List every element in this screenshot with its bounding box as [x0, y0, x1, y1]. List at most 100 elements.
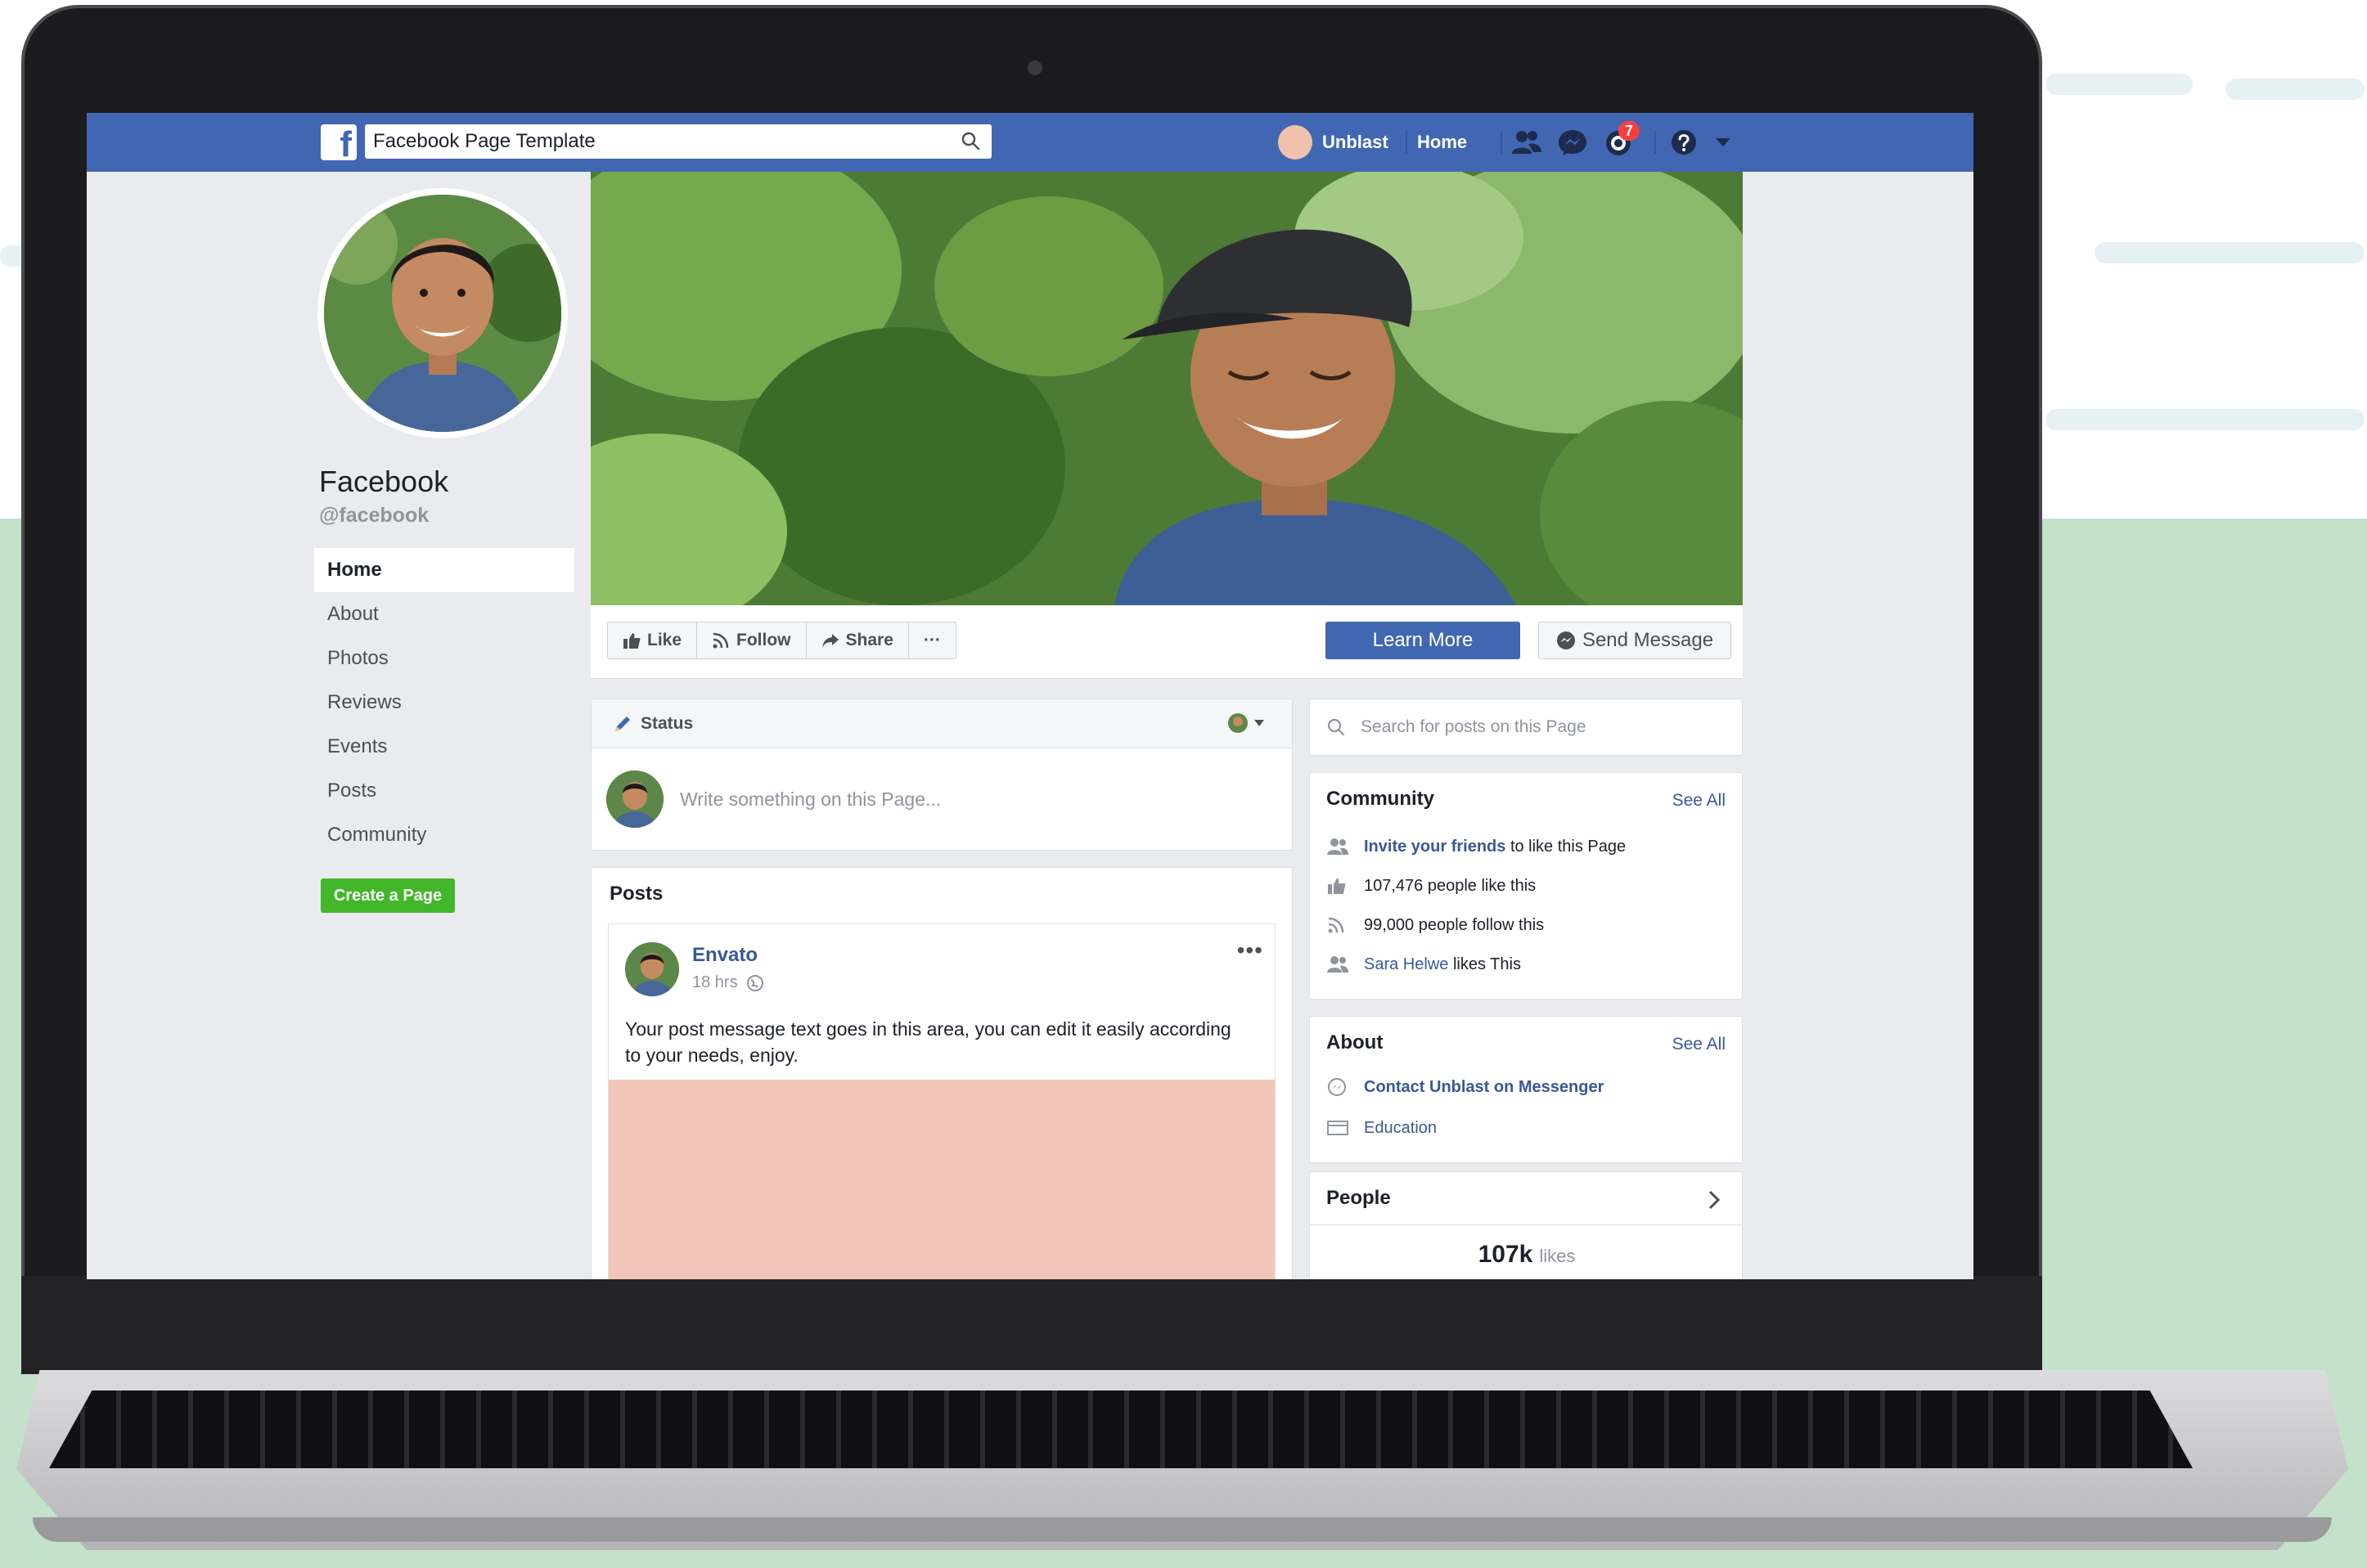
- composer-body[interactable]: Write something on this Page...: [592, 748, 1292, 850]
- facebook-topbar: f Facebook Page Template Unblast Home 7: [87, 113, 1973, 172]
- post-composer: Status Write something on this Page...: [591, 699, 1293, 851]
- messenger-icon: [1328, 1078, 1346, 1096]
- send-message-label: Send Message: [1582, 629, 1714, 651]
- about-title: About: [1326, 1031, 1384, 1054]
- friend-name-link[interactable]: Sara Helwe: [1364, 955, 1448, 973]
- thumbs-up-icon: [1328, 878, 1346, 894]
- user-name-link[interactable]: Unblast: [1322, 113, 1388, 172]
- messenger-icon[interactable]: [1556, 128, 1589, 157]
- about-see-all-link[interactable]: See All: [1672, 1035, 1726, 1054]
- education-icon: [1327, 1121, 1348, 1135]
- community-likes-text: 107,476 people like this: [1364, 876, 1537, 895]
- search-input-value: Facebook Page Template: [373, 130, 596, 152]
- posts-section: Posts Envato 18 hrs ••• Your post messag…: [591, 867, 1293, 1279]
- post-author-avatar-illustration: [625, 942, 679, 996]
- home-link[interactable]: Home: [1417, 113, 1467, 172]
- contact-messenger-link[interactable]: Contact Unblast on Messenger: [1364, 1078, 1604, 1097]
- thumbs-up-icon: [623, 633, 641, 649]
- education-link[interactable]: Education: [1364, 1119, 1437, 1138]
- learn-more-button[interactable]: Learn More: [1325, 622, 1520, 659]
- posting-as-selector-icon[interactable]: [1226, 712, 1267, 736]
- more-actions-button[interactable]: ···: [909, 622, 956, 658]
- invite-friends-rest: to like this Page: [1510, 837, 1627, 856]
- share-button[interactable]: Share: [807, 622, 909, 658]
- cover-photo-illustration: [591, 172, 1743, 605]
- post-image[interactable]: [609, 1080, 1275, 1279]
- follow-button-label: Follow: [736, 631, 791, 649]
- page-action-bar: Like Follow Share ··· Learn More Send Me…: [591, 605, 1743, 679]
- account-menu-chevron-down-icon[interactable]: [1713, 134, 1733, 151]
- messenger-icon: [1556, 631, 1575, 649]
- community-see-all-link[interactable]: See All: [1672, 791, 1726, 811]
- post-author-name[interactable]: Envato: [692, 944, 758, 967]
- globe-icon: [746, 974, 763, 991]
- sidebar-item-posts[interactable]: Posts: [314, 769, 574, 813]
- like-button[interactable]: Like: [608, 622, 698, 658]
- post-options-icon[interactable]: •••: [1237, 937, 1263, 964]
- laptop-bezel-bottom: [21, 1276, 2042, 1374]
- people-likes-value: 107k: [1478, 1241, 1533, 1268]
- people-title[interactable]: People: [1326, 1187, 1391, 1210]
- people-likes-unit: likes: [1539, 1246, 1576, 1266]
- chevron-right-icon[interactable]: [1706, 1188, 1722, 1211]
- community-title: Community: [1326, 788, 1434, 810]
- friend-likes-rest: likes This: [1452, 955, 1521, 973]
- user-avatar[interactable]: [1278, 125, 1312, 159]
- community-friend-row: Sara Helwe likes This: [1326, 955, 1521, 974]
- profile-photo: [324, 195, 561, 432]
- community-card: Community See All Invite your friends to…: [1309, 772, 1743, 1000]
- community-invite-row: Invite your friends to like this Page: [1326, 837, 1626, 856]
- composer-avatar-illustration: [606, 771, 664, 828]
- share-button-label: Share: [845, 631, 893, 649]
- backdrop-stroke: [2045, 74, 2193, 95]
- community-likes-row: 107,476 people like this: [1326, 876, 1536, 896]
- people-likes-count: 107k likes: [1310, 1241, 1744, 1269]
- page-post-search[interactable]: Search for posts on this Page: [1309, 699, 1743, 756]
- composer-header: Status: [592, 699, 1292, 748]
- notification-count-badge: 7: [1618, 121, 1640, 141]
- friends-icon: [1327, 956, 1348, 973]
- laptop-base-edge: [33, 1517, 2332, 1542]
- cover-photo[interactable]: [591, 172, 1743, 605]
- sidebar-item-reviews[interactable]: Reviews: [314, 681, 574, 725]
- backdrop-stroke: [2045, 409, 2365, 430]
- sidebar-item-photos[interactable]: Photos: [314, 636, 574, 681]
- sidebar-item-home[interactable]: Home: [314, 548, 574, 592]
- posts-section-title: Posts: [610, 883, 664, 905]
- facebook-logo-icon[interactable]: f: [321, 124, 357, 160]
- sidebar-item-events[interactable]: Events: [314, 725, 574, 769]
- people-divider: [1310, 1224, 1742, 1225]
- help-icon[interactable]: [1667, 128, 1700, 157]
- page-name: Facebook: [319, 465, 449, 498]
- sidebar-item-community[interactable]: Community: [314, 813, 574, 857]
- composer-avatar: [606, 771, 664, 828]
- post-author-avatar[interactable]: [625, 942, 679, 996]
- like-button-label: Like: [647, 631, 682, 649]
- page-action-button-group: Like Follow Share ···: [607, 622, 956, 659]
- laptop-keyboard: [49, 1391, 2193, 1468]
- post-time-text[interactable]: 18 hrs: [692, 973, 738, 992]
- profile-photo-illustration: [324, 195, 561, 432]
- global-search-input[interactable]: Facebook Page Template: [365, 124, 992, 159]
- laptop-camera: [1028, 61, 1042, 75]
- nav-divider: [1654, 131, 1656, 154]
- page-handle: @facebook: [319, 504, 430, 527]
- backdrop-stroke: [2095, 242, 2365, 263]
- status-tab-label[interactable]: Status: [641, 714, 693, 734]
- search-icon[interactable]: [961, 131, 980, 151]
- post-message: Your post message text goes in this area…: [625, 1018, 1231, 1066]
- friend-requests-icon[interactable]: [1510, 128, 1543, 157]
- backdrop-stroke: [2225, 79, 2365, 100]
- invite-friends-link[interactable]: Invite your friends: [1364, 838, 1505, 856]
- profile-picture[interactable]: [317, 188, 568, 438]
- follow-button[interactable]: Follow: [697, 622, 807, 658]
- page-sidebar-nav: Home About Photos Reviews Events Posts C…: [314, 548, 574, 857]
- rss-follow-icon: [1328, 917, 1344, 933]
- pencil-icon: [615, 716, 630, 731]
- sidebar-item-about[interactable]: About: [314, 592, 574, 636]
- create-page-button[interactable]: Create a Page: [321, 878, 455, 913]
- friends-icon: [1327, 838, 1348, 855]
- about-messenger-row: Contact Unblast on Messenger: [1326, 1077, 1604, 1097]
- more-actions-label: ···: [923, 631, 941, 649]
- send-message-button[interactable]: Send Message: [1538, 622, 1731, 659]
